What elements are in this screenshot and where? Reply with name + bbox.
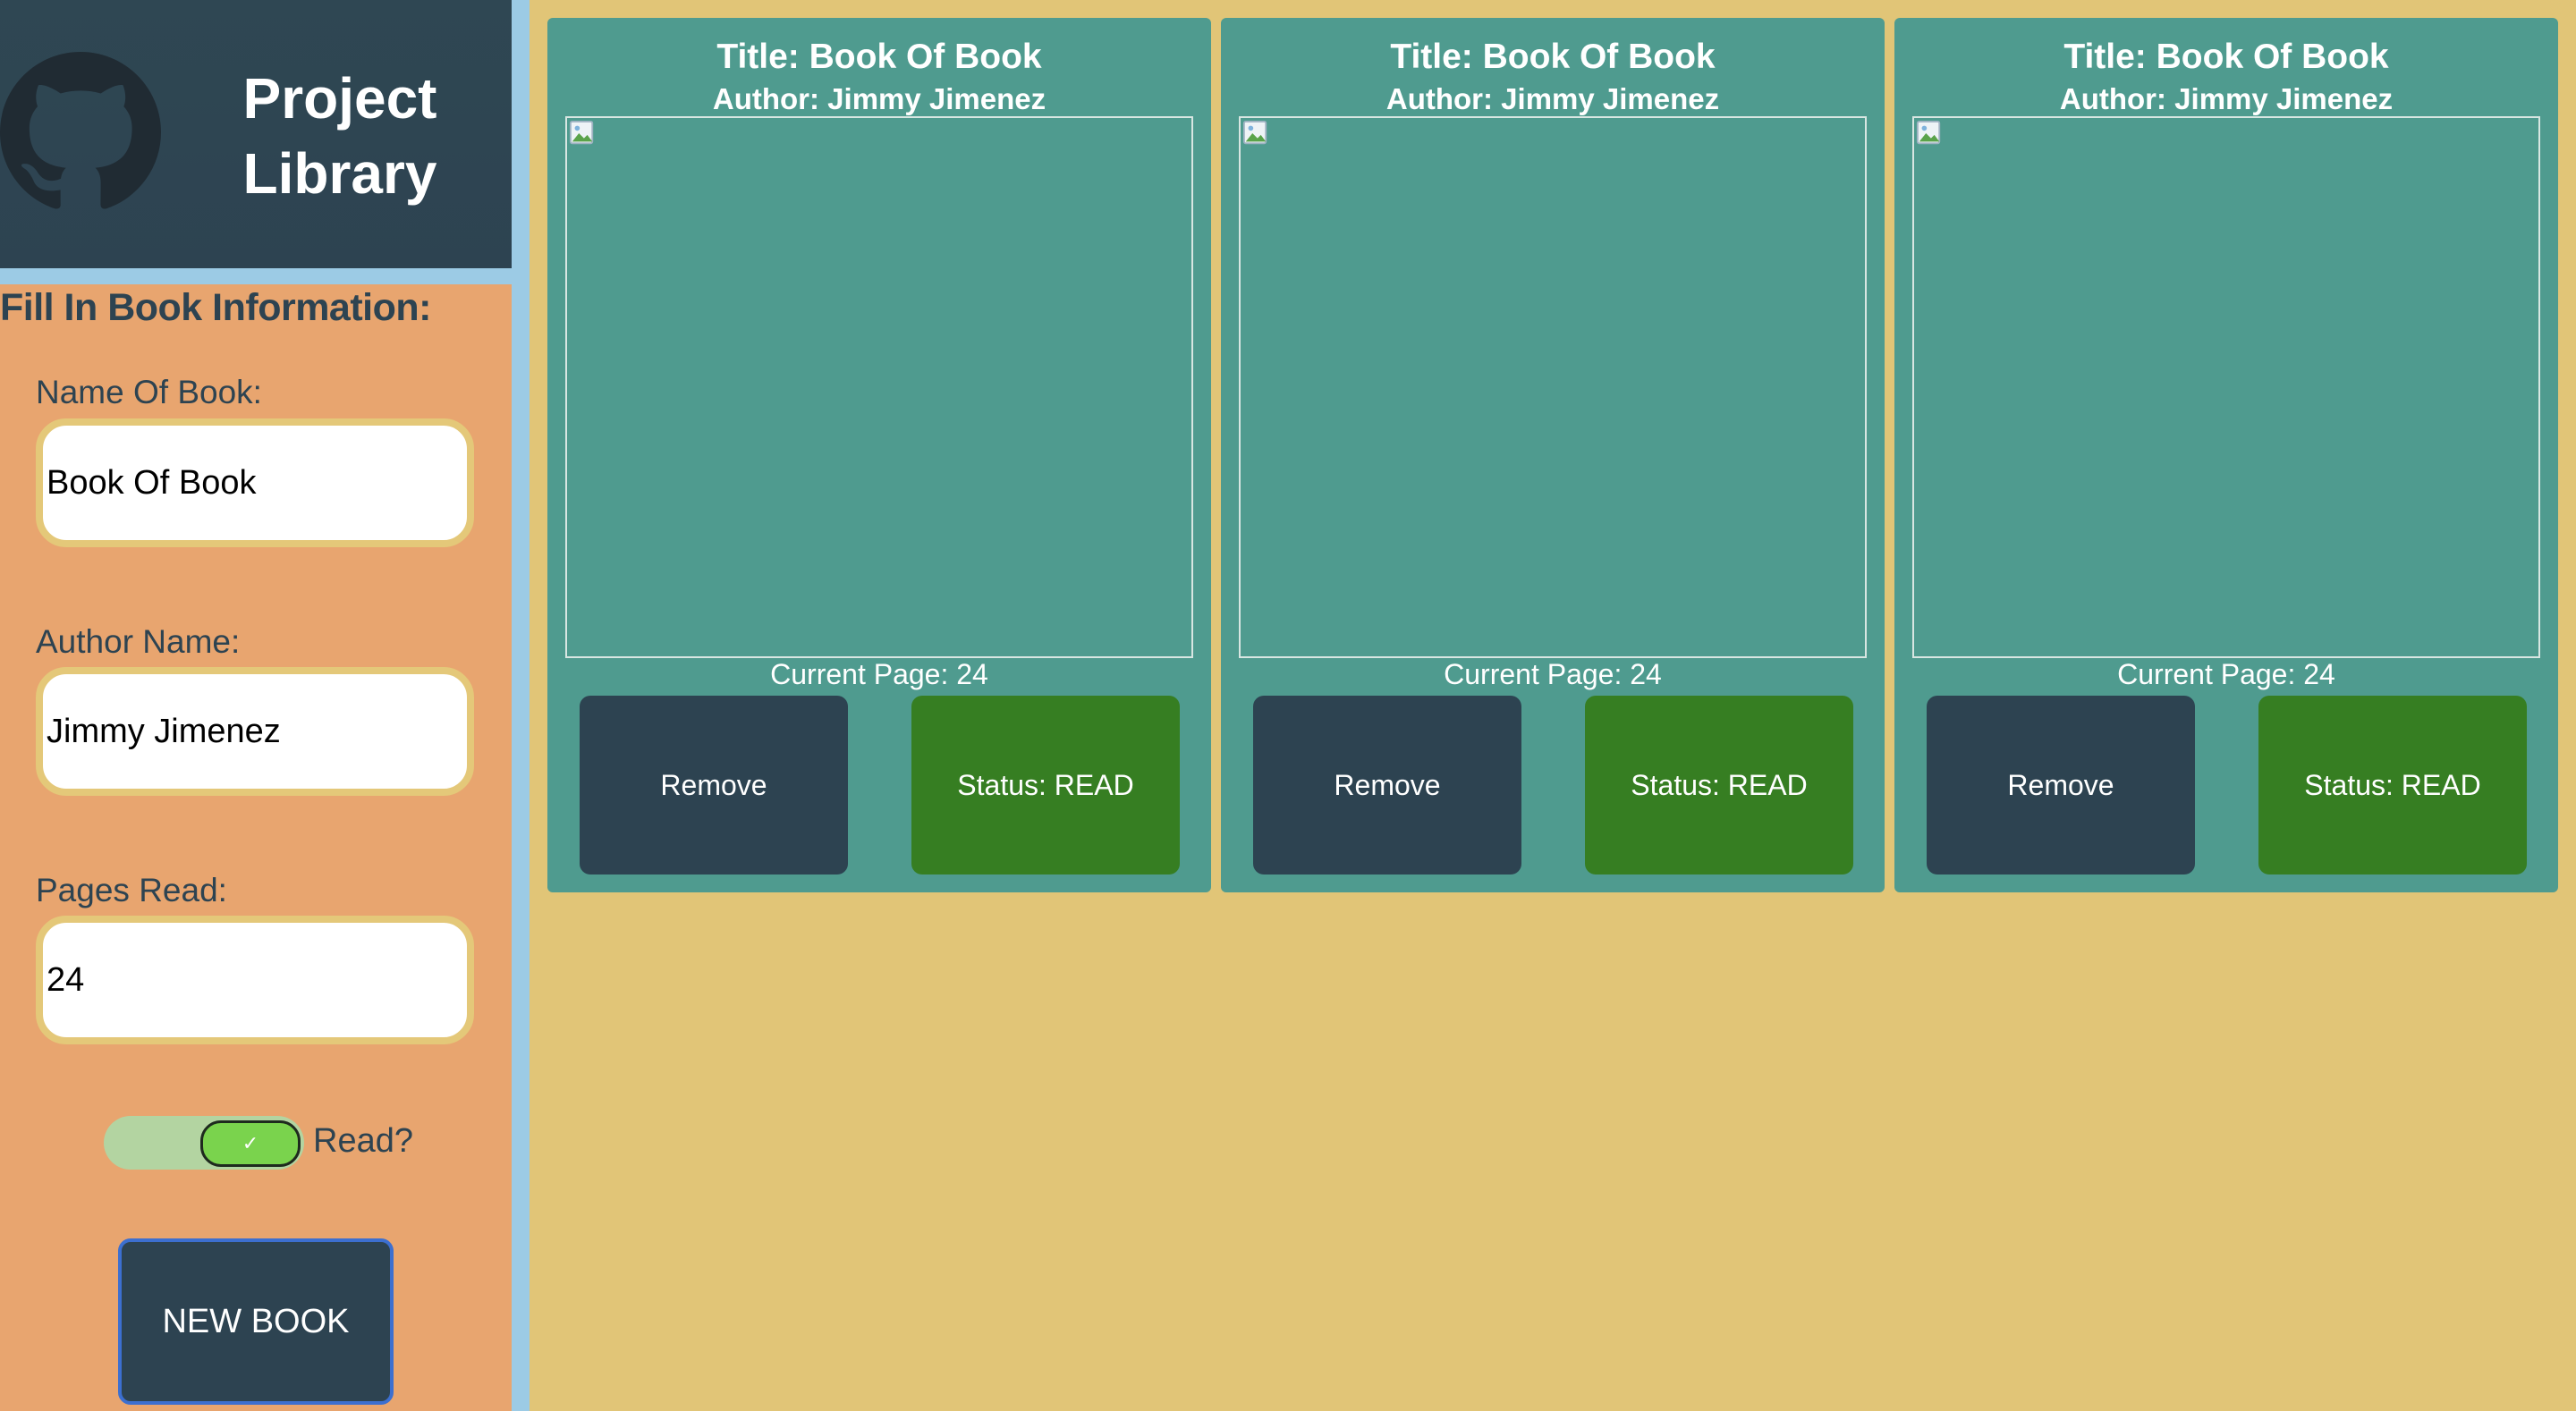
book-title: Title: Book Of Book	[2063, 38, 2389, 76]
remove-button[interactable]: Remove	[1927, 696, 2195, 874]
broken-image-icon	[1242, 120, 1267, 145]
author-name-input[interactable]	[36, 667, 474, 796]
new-book-button[interactable]: NEW BOOK	[118, 1238, 394, 1405]
book-title: Title: Book Of Book	[716, 38, 1042, 76]
book-name-input[interactable]	[36, 418, 474, 547]
remove-button[interactable]: Remove	[1253, 696, 1521, 874]
book-card: Title: Book Of Book Author: Jimmy Jimene…	[547, 18, 1211, 892]
read-toggle[interactable]: ✓	[104, 1116, 304, 1170]
current-page: Current Page: 24	[770, 658, 988, 690]
pages-read-input[interactable]	[36, 916, 474, 1044]
book-card: Title: Book Of Book Author: Jimmy Jimene…	[1894, 18, 2558, 892]
pages-read-label: Pages Read:	[36, 872, 227, 908]
form-heading: Fill In Book Information:	[0, 286, 431, 329]
broken-image-icon	[1916, 120, 1941, 145]
book-cover-image	[565, 116, 1193, 658]
broken-image-icon	[569, 120, 594, 145]
current-page: Current Page: 24	[1444, 658, 1662, 690]
status-button[interactable]: Status: READ	[2258, 696, 2527, 874]
read-toggle-label: Read?	[313, 1122, 413, 1160]
status-button[interactable]: Status: READ	[1585, 696, 1853, 874]
book-author: Author: Jimmy Jimenez	[2059, 82, 2394, 115]
status-button[interactable]: Status: READ	[911, 696, 1180, 874]
author-name-label: Author Name:	[36, 623, 241, 660]
book-cover-image	[1912, 116, 2540, 658]
book-card: Title: Book Of Book Author: Jimmy Jimene…	[1221, 18, 1885, 892]
book-author: Author: Jimmy Jimenez	[1385, 82, 1720, 115]
sidebar-border	[512, 0, 530, 1411]
sidebar: Project Library Fill In Book Information…	[0, 0, 512, 1411]
book-name-label: Name Of Book:	[36, 374, 262, 410]
book-title: Title: Book Of Book	[1390, 38, 1716, 76]
current-page: Current Page: 24	[2117, 658, 2335, 690]
remove-button[interactable]: Remove	[580, 696, 848, 874]
github-icon[interactable]	[0, 52, 161, 213]
book-author: Author: Jimmy Jimenez	[712, 82, 1046, 115]
check-icon: ✓	[200, 1120, 301, 1167]
app-header: Project Library	[0, 0, 512, 268]
book-cover-image	[1239, 116, 1867, 658]
app-title: Project Library	[242, 66, 437, 206]
header-divider	[0, 268, 512, 284]
